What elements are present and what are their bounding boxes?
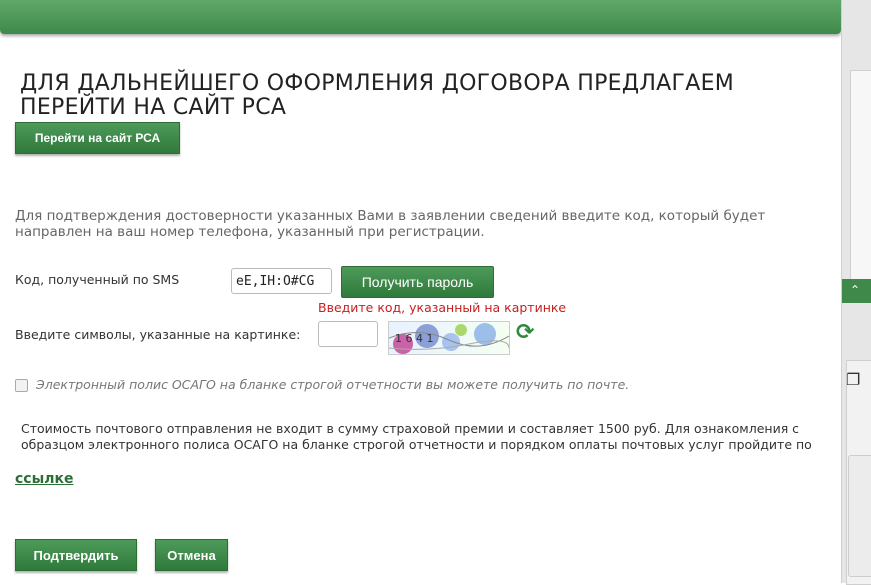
restore-window-icon[interactable]: ❐ [846,370,866,389]
page-title: ДЛЯ ДАЛЬНЕЙШЕГО ОФОРМЛЕНИЯ ДОГОВОРА ПРЕД… [20,71,735,120]
captcha-image: 1 6 4 1 [388,321,510,355]
captcha-image-text: 1 6 4 1 [395,332,433,345]
top-header-bar [0,0,841,34]
refresh-icon[interactable]: ⟳ [516,320,534,345]
background-window-strip: ⌃ [841,0,871,585]
captcha-input[interactable] [318,321,378,347]
sample-link[interactable]: ссылке [15,471,74,487]
sms-code-input[interactable]: eE,IH:O#CG [231,268,332,294]
chevron-up-icon: ⌃ [850,283,861,297]
postal-checkbox[interactable] [15,379,28,392]
confirm-button[interactable]: Подтвердить [15,539,137,571]
background-panel [850,70,871,281]
captcha-error-message: Введите код, указанный на картинке [318,300,567,315]
postal-checkbox-label: Электронный полис ОСАГО на бланке строго… [36,377,630,392]
go-to-rsa-button[interactable]: Перейти на сайт РСА [15,122,180,154]
info-text: Для подтверждения достоверности указанны… [15,208,766,240]
postal-note: Стоимость почтового отправления не входи… [21,421,812,452]
captcha-label: Введите символы, указанные на картинке: [15,327,301,342]
sms-code-label: Код, полученный по SMS [15,272,180,287]
background-green-bar: ⌃ [842,279,871,303]
get-password-button[interactable]: Получить пароль [341,266,494,298]
background-scroll-box [848,455,871,577]
cancel-button[interactable]: Отмена [155,539,228,571]
